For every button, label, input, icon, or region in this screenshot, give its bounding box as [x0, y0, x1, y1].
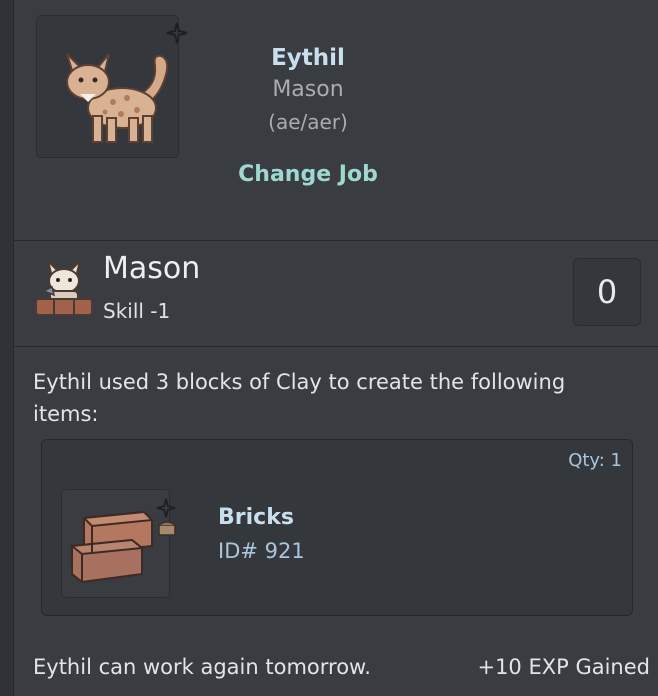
sparkle-icon: [156, 498, 176, 522]
cat-pet-icon: [66, 53, 169, 143]
item-id: ID# 921: [218, 539, 305, 563]
chest-icon: [158, 520, 176, 540]
pet-work-panel: Eythil Mason (ae/aer) Change Job Mason S…: [13, 0, 658, 696]
bricks-item-icon[interactable]: [61, 489, 170, 598]
pet-profile-section: Eythil Mason (ae/aer) Change Job: [14, 0, 658, 241]
pet-info: Eythil Mason (ae/aer): [234, 42, 382, 138]
item-card[interactable]: Qty: 1 Bricks ID# 921: [41, 439, 633, 616]
job-count-box: 0: [573, 258, 641, 326]
work-result-message: Eythil used 3 blocks of Clay to create t…: [33, 370, 566, 426]
item-name[interactable]: Bricks: [218, 505, 294, 530]
job-skill: Skill -1: [103, 299, 171, 323]
job-title: Mason: [103, 251, 201, 286]
job-row: Mason Skill -1 0: [14, 241, 658, 347]
sparkle-icon: [166, 22, 188, 48]
pet-avatar[interactable]: [36, 15, 188, 158]
exp-gained-text: +10 EXP Gained: [477, 655, 650, 679]
item-quantity: Qty: 1: [568, 450, 622, 471]
mason-job-icon: [34, 255, 94, 323]
pet-pronouns: (ae/aer): [268, 110, 348, 134]
pet-job: Mason: [272, 77, 344, 102]
change-job-link[interactable]: Change Job: [224, 162, 392, 187]
pet-name[interactable]: Eythil: [234, 42, 382, 74]
work-cooldown-text: Eythil can work again tomorrow.: [33, 655, 371, 679]
